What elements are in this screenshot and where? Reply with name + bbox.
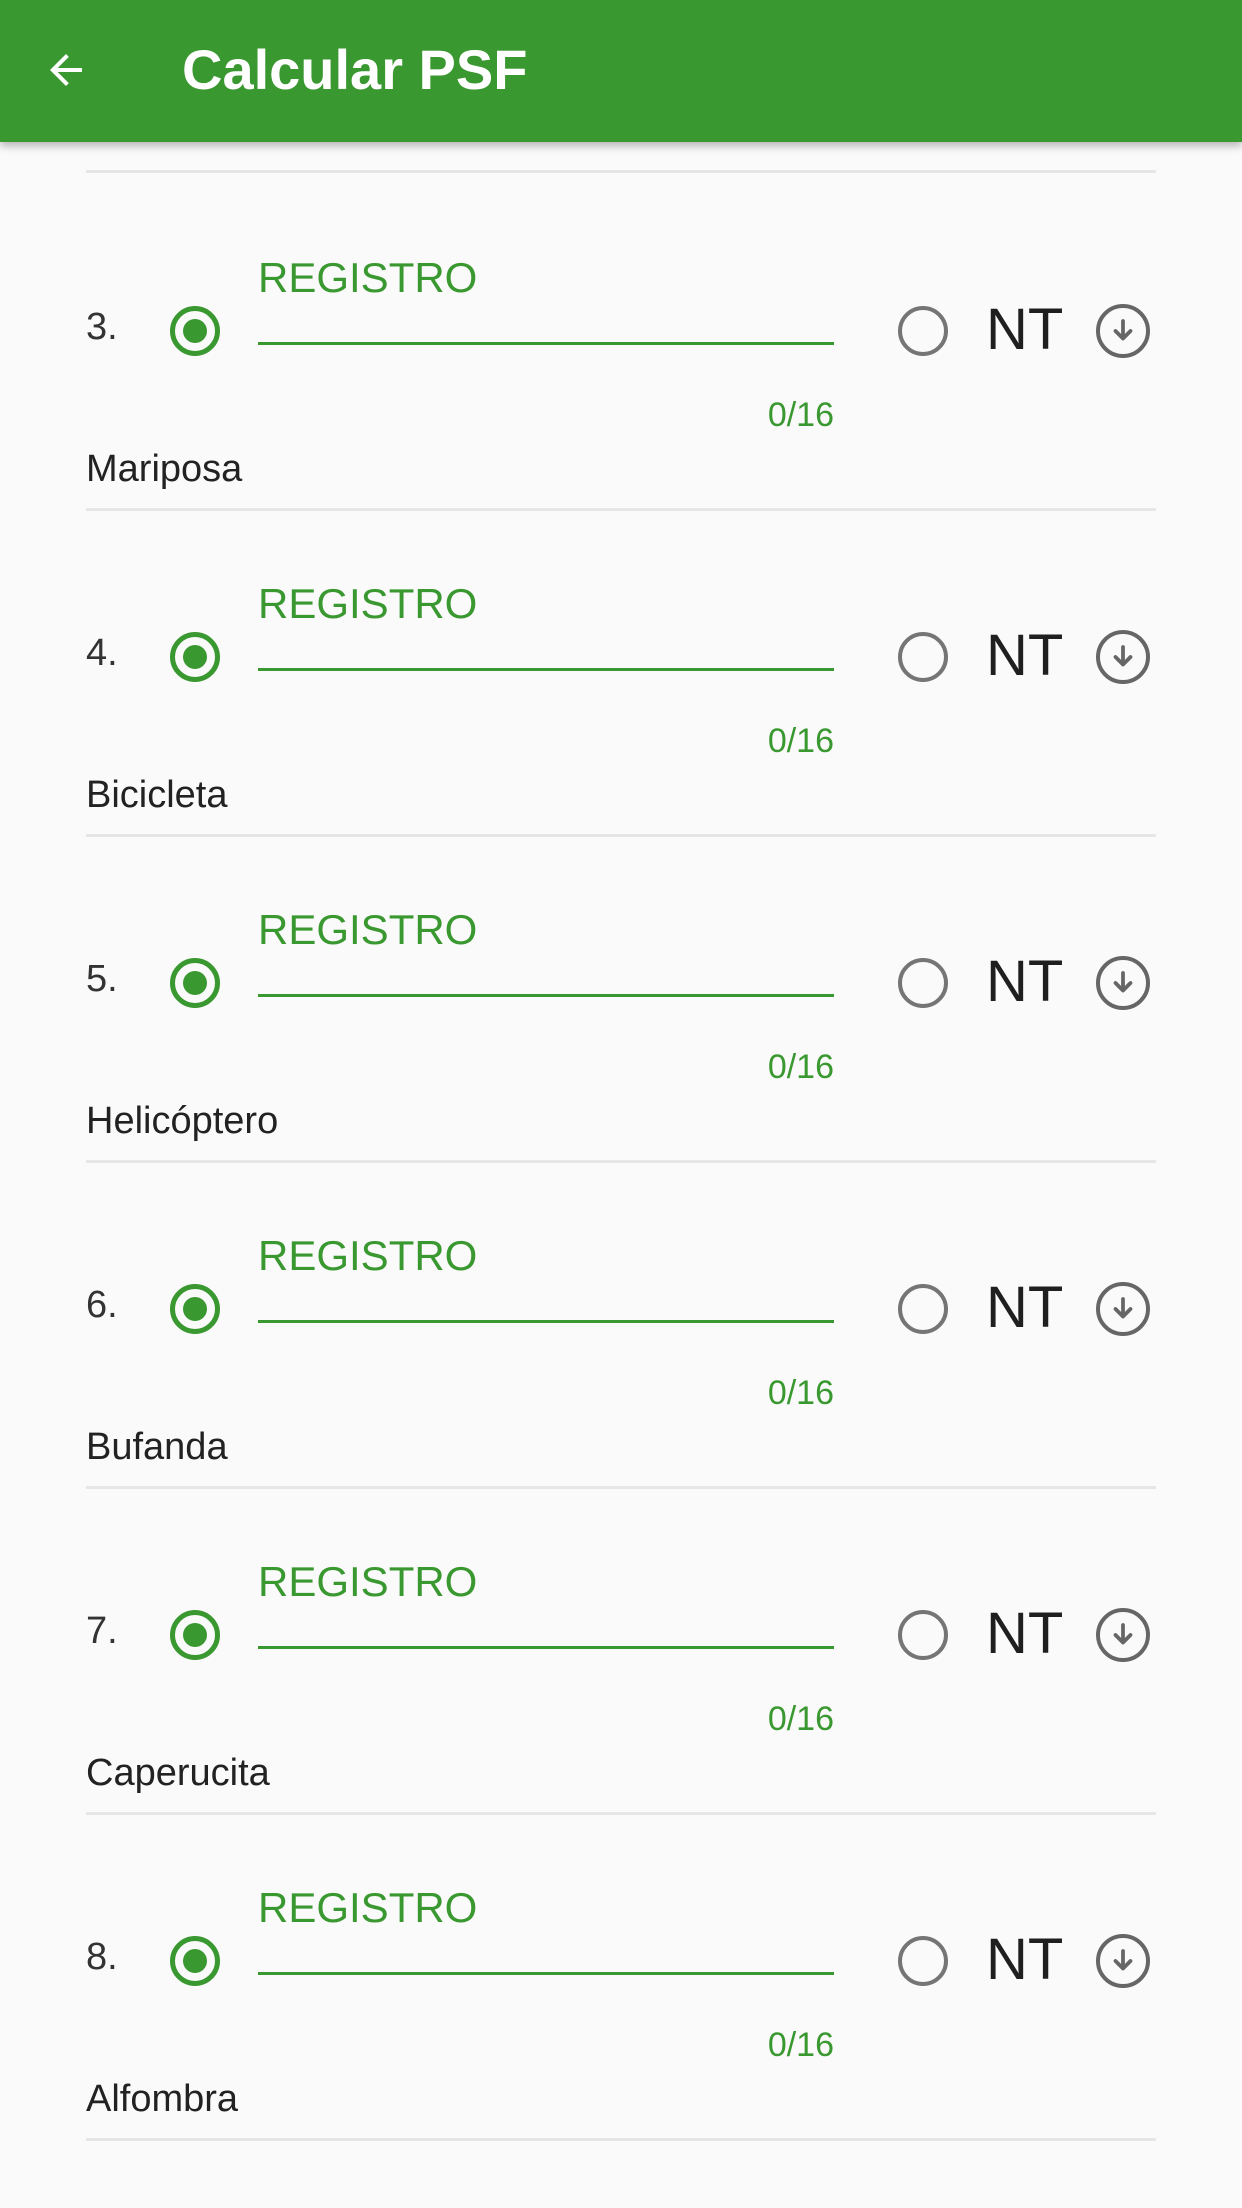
registro-field-label: REGISTRO xyxy=(258,1558,478,1605)
list-item: 3. REGISTRO 0/16 NT Mariposa xyxy=(0,186,1242,512)
nt-label: NT xyxy=(986,1927,1064,1992)
item-word: Alfombra xyxy=(86,2078,239,2120)
nt-radio[interactable] xyxy=(898,1284,948,1334)
arrow-down-circle-icon xyxy=(1113,1297,1133,1319)
registro-field-label: REGISTRO xyxy=(258,1884,478,1931)
nt-radio[interactable] xyxy=(898,958,948,1008)
item-word: Helicóptero xyxy=(86,1100,279,1142)
character-counter: 0/16 xyxy=(767,1048,834,1086)
item-divider xyxy=(86,1812,1156,1815)
arrow-down-circle-icon xyxy=(1113,319,1133,341)
arrow-down-circle-icon xyxy=(1113,1623,1133,1645)
download-button[interactable] xyxy=(1096,1608,1150,1662)
item-number: 6. xyxy=(86,1284,118,1326)
item-word: Bufanda xyxy=(86,1426,228,1468)
list-divider xyxy=(86,170,1156,173)
registro-field-label: REGISTRO xyxy=(258,906,478,953)
list-item: 8. REGISTRO 0/16 NT Alfombra xyxy=(0,1816,1242,2142)
registro-input[interactable] xyxy=(258,1600,834,1644)
item-number: 3. xyxy=(86,306,118,348)
registro-radio[interactable] xyxy=(170,958,220,1008)
item-number: 7. xyxy=(86,1610,118,1652)
registro-input[interactable] xyxy=(258,1926,834,1970)
download-button[interactable] xyxy=(1096,956,1150,1010)
registro-input[interactable] xyxy=(258,1274,834,1318)
character-counter: 0/16 xyxy=(767,396,834,434)
arrow-down-circle-icon xyxy=(1113,645,1133,667)
nt-radio[interactable] xyxy=(898,1610,948,1660)
character-counter: 0/16 xyxy=(767,1374,834,1412)
item-divider xyxy=(86,1486,1156,1489)
registro-field-label: REGISTRO xyxy=(258,1232,478,1279)
registro-field-underline xyxy=(258,1320,834,1323)
list-item: 5. REGISTRO 0/16 NT Helicóptero xyxy=(0,838,1242,1164)
registro-field-label: REGISTRO xyxy=(258,254,478,301)
registro-field-underline xyxy=(258,342,834,345)
registro-radio[interactable] xyxy=(170,1936,220,1986)
nt-radio[interactable] xyxy=(898,306,948,356)
arrow-left-icon xyxy=(50,54,82,86)
registro-input[interactable] xyxy=(258,948,834,992)
download-button[interactable] xyxy=(1096,1282,1150,1336)
item-word: Mariposa xyxy=(86,448,243,490)
registro-field-underline xyxy=(258,1646,834,1649)
nt-label: NT xyxy=(986,949,1064,1014)
download-button[interactable] xyxy=(1096,630,1150,684)
registro-field-label: REGISTRO xyxy=(258,580,478,627)
nt-label: NT xyxy=(986,623,1064,688)
page-title: Calcular PSF xyxy=(182,38,528,101)
app-bar: Calcular PSF xyxy=(0,0,1242,142)
list-item: 6. REGISTRO 0/16 NT Bufanda xyxy=(0,1164,1242,1490)
back-button[interactable] xyxy=(22,26,110,114)
item-divider xyxy=(86,834,1156,837)
item-divider xyxy=(86,2138,1156,2141)
download-button[interactable] xyxy=(1096,1934,1150,1988)
item-word: Bicicleta xyxy=(86,774,228,816)
character-counter: 0/16 xyxy=(767,722,834,760)
arrow-down-circle-icon xyxy=(1113,971,1133,993)
download-button[interactable] xyxy=(1096,304,1150,358)
registro-field-underline xyxy=(258,994,834,997)
item-word: Caperucita xyxy=(86,1752,270,1794)
nt-label: NT xyxy=(986,297,1064,362)
registro-radio[interactable] xyxy=(170,1610,220,1660)
character-counter: 0/16 xyxy=(767,2026,834,2064)
registro-input[interactable] xyxy=(258,296,834,340)
nt-radio[interactable] xyxy=(898,1936,948,1986)
list-item: 4. REGISTRO 0/16 NT Bicicleta xyxy=(0,512,1242,838)
item-divider xyxy=(86,508,1156,511)
nt-radio[interactable] xyxy=(898,632,948,682)
item-number: 4. xyxy=(86,632,118,674)
nt-label: NT xyxy=(986,1275,1064,1340)
registro-radio[interactable] xyxy=(170,1284,220,1334)
registro-field-underline xyxy=(258,1972,834,1975)
registro-radio[interactable] xyxy=(170,306,220,356)
registro-input[interactable] xyxy=(258,622,834,666)
character-counter: 0/16 xyxy=(767,1700,834,1738)
registro-field-underline xyxy=(258,668,834,671)
nt-label: NT xyxy=(986,1601,1064,1666)
arrow-down-circle-icon xyxy=(1113,1949,1133,1971)
item-number: 5. xyxy=(86,958,118,1000)
list-item: 7. REGISTRO 0/16 NT Caperucita xyxy=(0,1490,1242,1816)
item-number: 8. xyxy=(86,1936,118,1978)
registro-radio[interactable] xyxy=(170,632,220,682)
item-divider xyxy=(86,1160,1156,1163)
